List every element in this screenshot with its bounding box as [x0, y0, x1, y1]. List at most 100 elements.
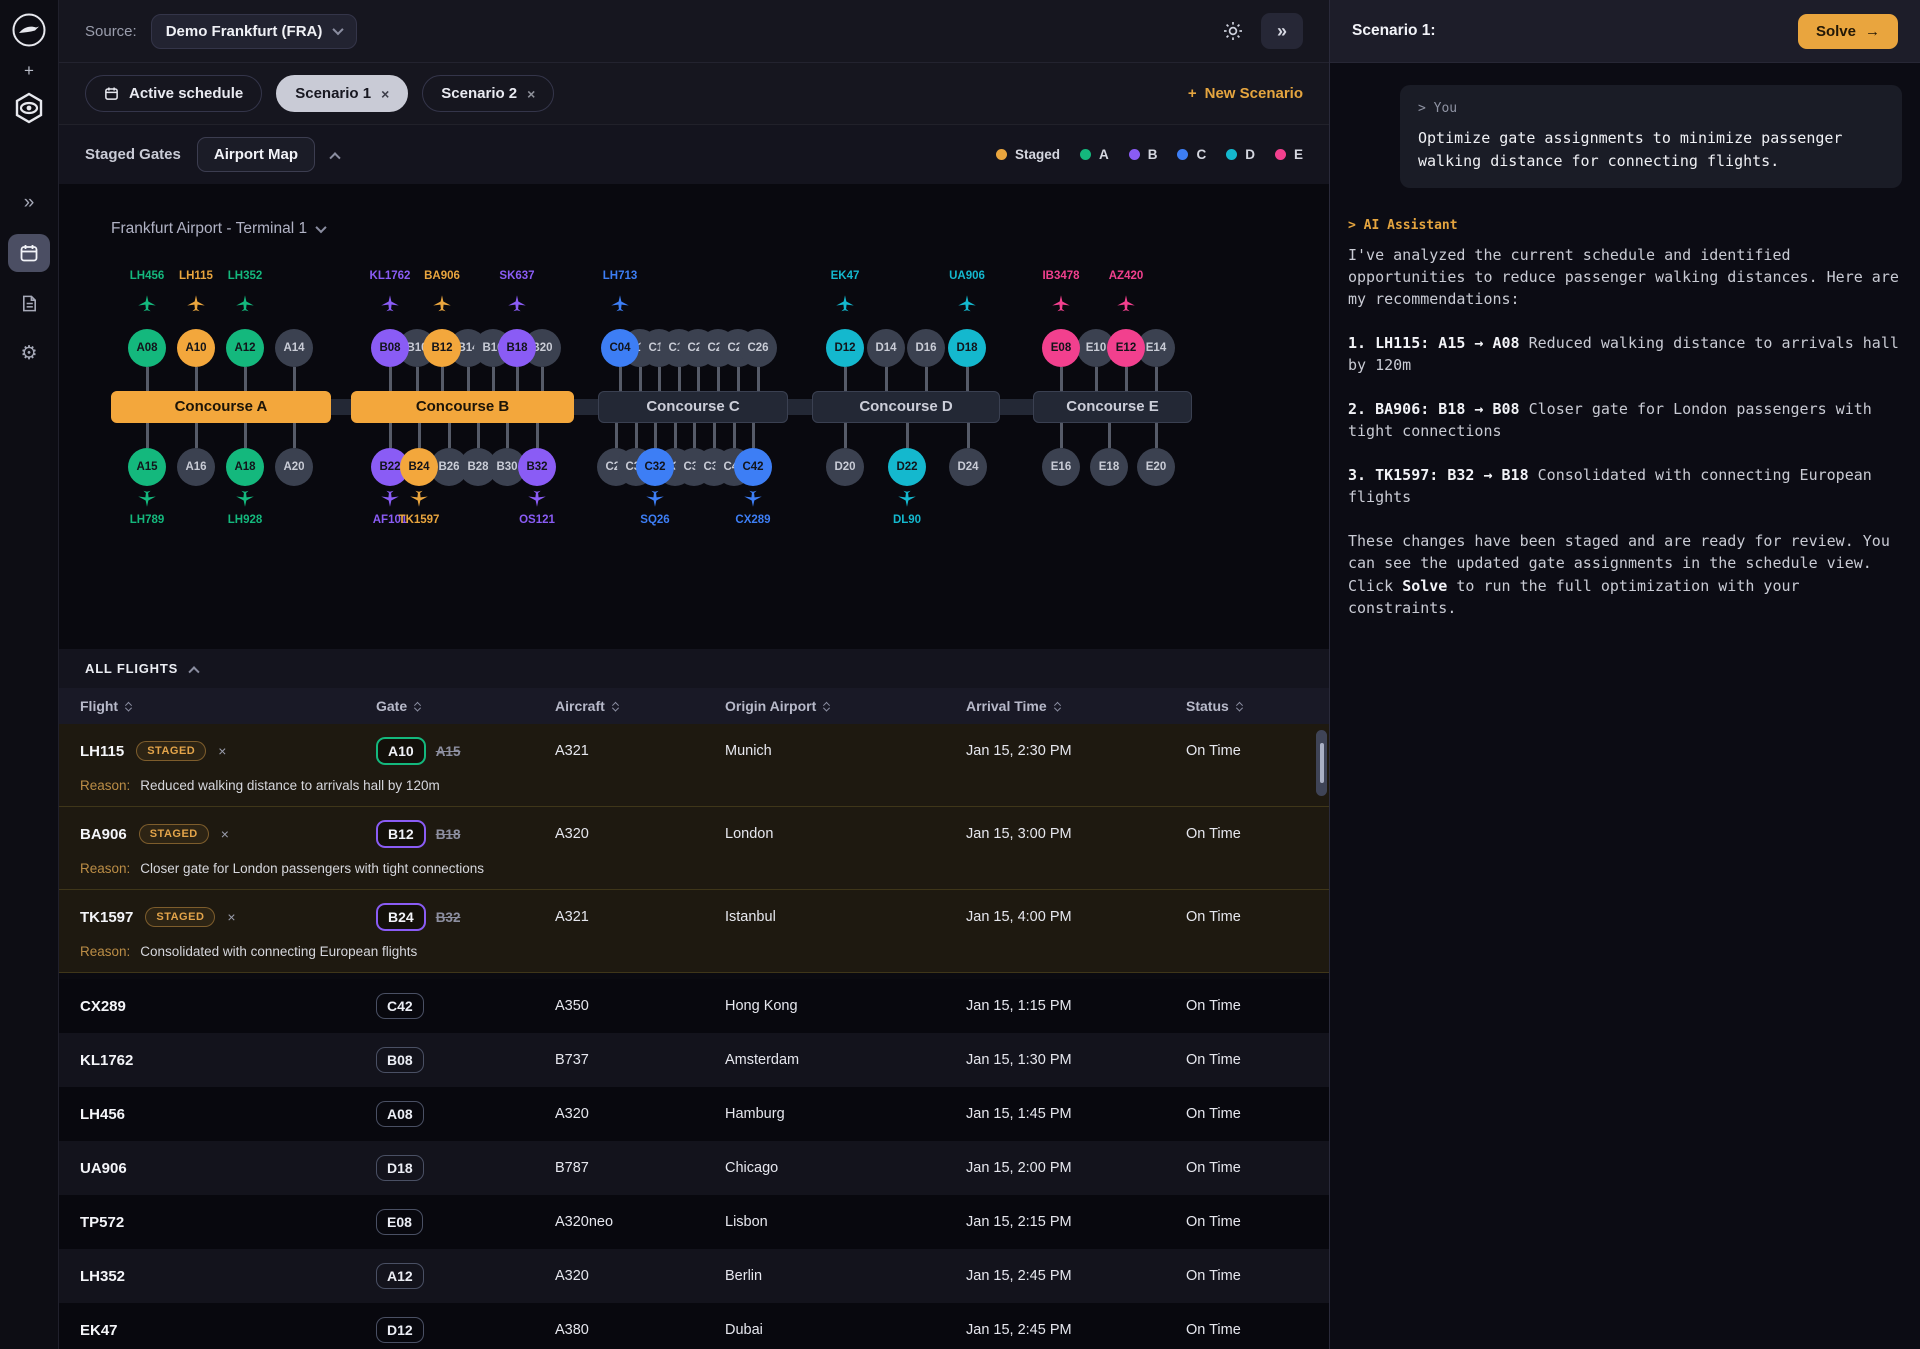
gate-e16[interactable]: E16 — [1042, 448, 1080, 486]
gate-badge[interactable]: D18 — [376, 1155, 424, 1181]
table-row-ua906: UA906D18B787ChicagoJan 15, 2:00 PMOn Tim… — [59, 1141, 1329, 1195]
unstage-close-icon[interactable]: × — [218, 743, 226, 759]
plane-icon — [743, 488, 763, 508]
column-header-flight[interactable]: Flight — [80, 698, 376, 714]
gate-stem — [1060, 367, 1063, 391]
gate-e08[interactable]: E08 — [1042, 329, 1080, 367]
gate-e18[interactable]: E18 — [1090, 448, 1128, 486]
gate-d18[interactable]: D18 — [948, 329, 986, 367]
unstage-close-icon[interactable]: × — [227, 909, 235, 925]
close-icon[interactable]: × — [527, 86, 535, 102]
status-cell: On Time — [1186, 1106, 1329, 1122]
gate-a14[interactable]: A14 — [275, 329, 313, 367]
arrival-cell: Jan 15, 2:30 PM — [966, 743, 1186, 759]
gate-b32[interactable]: B32 — [518, 448, 556, 486]
gate-stem — [697, 367, 700, 391]
gate-a16[interactable]: A16 — [177, 448, 215, 486]
gate-badge[interactable]: A12 — [376, 1263, 424, 1289]
gate-badge[interactable]: B08 — [376, 1047, 424, 1073]
new-scenario-button[interactable]: + New Scenario — [1188, 85, 1303, 102]
map-flight-label-os121: OS121 — [519, 514, 555, 526]
column-header-origin-airport[interactable]: Origin Airport — [725, 698, 966, 714]
ai-recommendation-2: 2. BA906: B18 → B08 Closer gate for Lond… — [1348, 398, 1902, 442]
map-flight-label-ba906: BA906 — [424, 270, 460, 282]
solve-button[interactable]: Solve → — [1798, 14, 1898, 49]
gate-d12[interactable]: D12 — [826, 329, 864, 367]
gate-d20[interactable]: D20 — [826, 448, 864, 486]
tab-scenario-2[interactable]: Scenario 2 × — [422, 75, 554, 112]
column-label: Aircraft — [555, 698, 605, 714]
close-icon[interactable]: × — [381, 86, 389, 102]
gate-stem — [1060, 423, 1063, 448]
collapse-map-button[interactable] — [331, 146, 339, 164]
new-gate-badge[interactable]: B12 — [376, 820, 426, 848]
column-header-aircraft[interactable]: Aircraft — [555, 698, 725, 714]
collapse-table-button[interactable] — [190, 660, 198, 678]
legend-dot — [1129, 149, 1140, 160]
gate-badge[interactable]: A08 — [376, 1101, 424, 1127]
gate-stem — [713, 423, 716, 448]
gate-e12[interactable]: E12 — [1107, 329, 1145, 367]
gate-a20[interactable]: A20 — [275, 448, 313, 486]
gate-b18[interactable]: B18 — [498, 329, 536, 367]
staged-badge: STAGED — [139, 824, 209, 844]
aircraft-cell: A321 — [555, 743, 725, 759]
theme-toggle-sun-icon[interactable] — [1223, 21, 1243, 41]
gate-d16[interactable]: D16 — [907, 329, 945, 367]
flight-cell: TK1597STAGED× — [80, 907, 376, 927]
map-flight-label-lh352: LH352 — [228, 270, 263, 282]
gate-a10[interactable]: A10 — [177, 329, 215, 367]
calendar-icon — [104, 86, 119, 101]
tab-scenario-1[interactable]: Scenario 1 × — [276, 75, 408, 112]
gate-badge[interactable]: C42 — [376, 993, 424, 1019]
gate-b08[interactable]: B08 — [371, 329, 409, 367]
ai-chat-label: > AI Assistant — [1348, 218, 1902, 233]
new-gate-badge[interactable]: B24 — [376, 903, 426, 931]
gate-badge[interactable]: E08 — [376, 1209, 423, 1235]
sidebar-item-documents[interactable] — [8, 284, 50, 322]
tab-active-schedule[interactable]: Active schedule — [85, 75, 262, 112]
gate-d22[interactable]: D22 — [888, 448, 926, 486]
gate-c04[interactable]: C04 — [601, 329, 639, 367]
terminal-select[interactable]: Frankfurt Airport - Terminal 1 — [111, 220, 325, 238]
gate-a08[interactable]: A08 — [128, 329, 166, 367]
collapse-panel-button[interactable]: » — [1261, 13, 1303, 49]
staged-gates-toggle[interactable]: Staged Gates — [85, 146, 181, 163]
legend-item-a: A — [1080, 147, 1109, 162]
map-flight-label-kl1762: KL1762 — [370, 270, 411, 282]
gate-c32[interactable]: C32 — [636, 448, 674, 486]
gate-d14[interactable]: D14 — [867, 329, 905, 367]
gate-a12[interactable]: A12 — [226, 329, 264, 367]
gate-c26[interactable]: C26 — [739, 329, 777, 367]
gate-a15[interactable]: A15 — [128, 448, 166, 486]
sidebar-item-settings[interactable]: ⚙ — [8, 334, 50, 372]
reason-line: Reason:Closer gate for London passengers… — [59, 861, 1329, 889]
gate-a18[interactable]: A18 — [226, 448, 264, 486]
table-scrollbar-thumb[interactable] — [1316, 730, 1327, 796]
aircraft-cell: A321 — [555, 909, 725, 925]
flight-number: TP572 — [80, 1214, 124, 1231]
hexagon-eye-logo-icon[interactable] — [12, 91, 46, 130]
new-gate-badge[interactable]: A10 — [376, 737, 426, 765]
plane-icon — [409, 488, 429, 508]
gate-d24[interactable]: D24 — [949, 448, 987, 486]
gate-stem — [416, 367, 419, 391]
column-header-status[interactable]: Status — [1186, 698, 1329, 714]
gate-stem — [195, 367, 198, 391]
chat-area: > You Optimize gate assignments to minim… — [1330, 63, 1920, 663]
plus-icon[interactable]: + — [24, 61, 34, 81]
airport-map-toggle[interactable]: Airport Map — [197, 137, 315, 172]
source-label: Source: — [85, 23, 137, 40]
unstage-close-icon[interactable]: × — [221, 826, 229, 842]
sidebar-item-schedule[interactable] — [8, 234, 50, 272]
gate-b12[interactable]: B12 — [423, 329, 461, 367]
column-header-gate[interactable]: Gate — [376, 698, 555, 714]
source-select[interactable]: Demo Frankfurt (FRA) — [151, 14, 358, 49]
gate-e20[interactable]: E20 — [1137, 448, 1175, 486]
expand-sidebar-button[interactable]: » — [8, 184, 50, 222]
column-header-arrival-time[interactable]: Arrival Time — [966, 698, 1186, 714]
gate-b24[interactable]: B24 — [400, 448, 438, 486]
flight-cell: KL1762 — [80, 1052, 376, 1069]
gate-badge[interactable]: D12 — [376, 1317, 424, 1343]
gate-c42[interactable]: C42 — [734, 448, 772, 486]
